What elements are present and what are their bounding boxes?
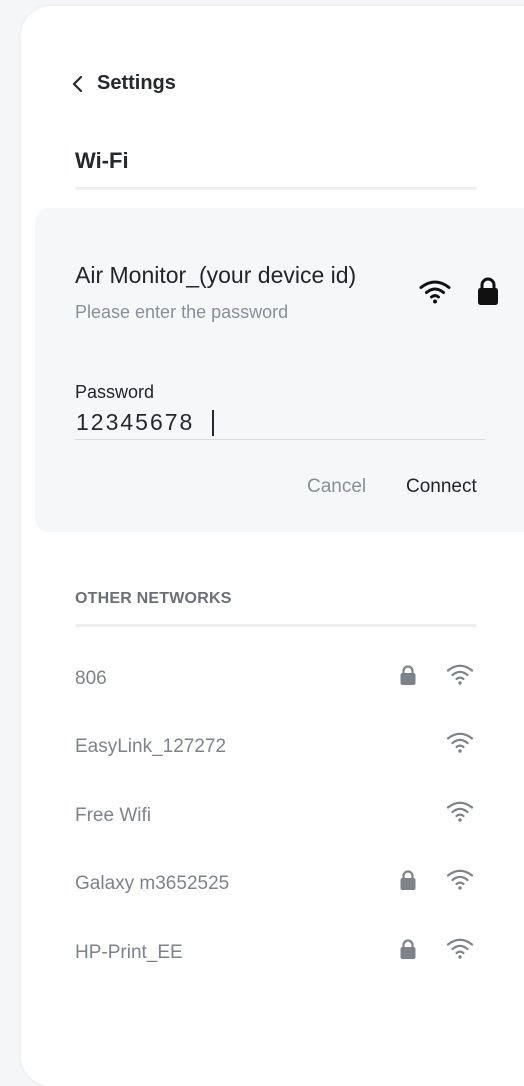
wifi-icon [419,280,451,304]
chevron-left-icon [72,75,83,92]
title-divider [75,187,477,190]
selected-network-card: Air Monitor_(your device id) Please ente… [35,208,524,532]
back-label: Settings [97,72,176,94]
lock-icon [400,939,416,959]
network-row-free-wifi[interactable]: Free Wifi [75,797,477,837]
text-caret [212,409,215,436]
lock-icon [400,665,416,685]
network-name: 806 [75,668,107,689]
password-label: Password [75,382,155,402]
selected-network-name: Air Monitor_(your device id) [75,262,357,288]
password-value: 12345678 [76,409,195,435]
page-title: Wi-Fi [75,148,129,173]
password-input[interactable]: 12345678 [75,406,485,440]
lock-icon [400,870,416,890]
section-divider [75,624,477,627]
selected-network-subtitle: Please enter the password [75,302,289,322]
network-name: EasyLink_127272 [75,736,227,757]
screen: Settings Wi-Fi Air Monitor_(your device … [21,6,524,1086]
wifi-icon [446,732,474,753]
network-name: Free Wifi [75,805,151,826]
network-row-easylink[interactable]: EasyLink_127272 [75,728,477,768]
lock-icon [478,277,498,305]
network-row-806[interactable]: 806 [75,660,477,700]
wifi-icon [446,938,474,959]
wifi-icon [446,801,474,822]
network-row-galaxy[interactable]: Galaxy m3652525 [75,865,477,905]
wifi-icon [446,664,474,685]
cancel-button[interactable]: Cancel [307,476,366,498]
network-name: Galaxy m3652525 [75,873,230,894]
wifi-icon [446,869,474,890]
other-networks-heading: OTHER NETWORKS [75,590,232,607]
back-button[interactable]: Settings [71,72,176,95]
network-name: HP-Print_EE [75,942,183,963]
network-row-hp-print[interactable]: HP-Print_EE [75,934,477,974]
connect-button[interactable]: Connect [406,476,477,498]
